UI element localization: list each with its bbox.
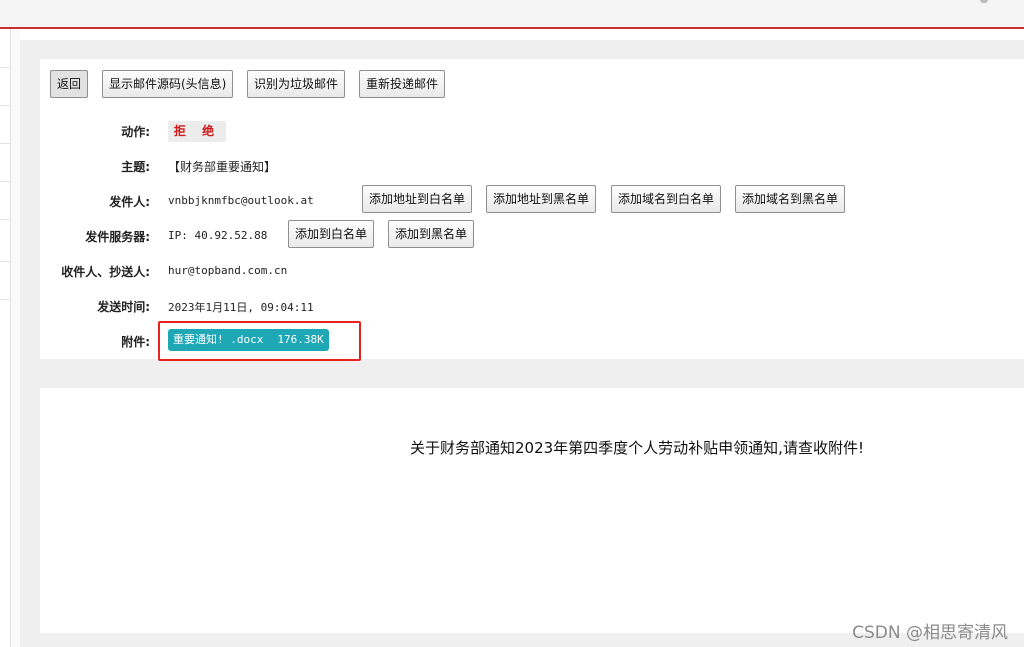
left-nav-strip (0, 29, 11, 647)
mark-spam-button[interactable]: 识别为垃圾邮件 (247, 70, 346, 98)
top-bar (0, 0, 1024, 29)
sender-value: vnbbjknmfbc@outlook.at (168, 194, 314, 207)
nav-divider (0, 299, 10, 300)
recipients-label: 收件人、抄送人: (61, 265, 150, 279)
add-address-blacklist-button[interactable]: 添加地址到黑名单 (486, 185, 597, 213)
show-source-button[interactable]: 显示邮件源码(头信息) (102, 70, 234, 98)
nav-gutter (11, 29, 20, 647)
add-domain-blacklist-button[interactable]: 添加域名到黑名单 (735, 185, 846, 213)
add-server-blacklist-button[interactable]: 添加到黑名单 (388, 220, 475, 248)
nav-divider (0, 181, 10, 182)
add-domain-whitelist-button[interactable]: 添加域名到白名单 (611, 185, 722, 213)
window-control-icon[interactable] (980, 0, 988, 3)
subject-value: 【财务部重要通知】 (168, 160, 277, 174)
server-ip-value: IP: 40.92.52.88 (168, 229, 268, 242)
mail-body-text: 关于财务部通知2023年第四季度个人劳动补贴申领通知,请查收附件! (410, 439, 864, 457)
subject-label: 主题: (121, 160, 150, 174)
nav-divider (0, 219, 10, 220)
action-label: 动作: (121, 125, 150, 139)
nav-divider (0, 105, 10, 106)
nav-divider (0, 67, 10, 68)
attachment-label: 附件: (121, 335, 150, 349)
nav-divider (0, 261, 10, 262)
sender-label: 发件人: (109, 195, 150, 209)
add-address-whitelist-button[interactable]: 添加地址到白名单 (362, 185, 473, 213)
watermark: CSDN @相思寄清风 (852, 623, 1008, 643)
nav-divider (0, 143, 10, 144)
back-button[interactable]: 返回 (50, 70, 89, 98)
server-label: 发件服务器: (85, 230, 150, 244)
recipients-value: hur@topband.com.cn (168, 264, 288, 277)
action-status-badge: 拒 绝 (168, 121, 226, 142)
attachment-highlight-box (158, 321, 361, 361)
sent-time-label: 发送时间: (97, 300, 150, 314)
sent-time-value: 2023年1月11日, 09:04:11 (168, 301, 314, 314)
redeliver-button[interactable]: 重新投递邮件 (359, 70, 446, 98)
mail-body-card (40, 388, 1024, 633)
add-server-whitelist-button[interactable]: 添加到白名单 (288, 220, 375, 248)
